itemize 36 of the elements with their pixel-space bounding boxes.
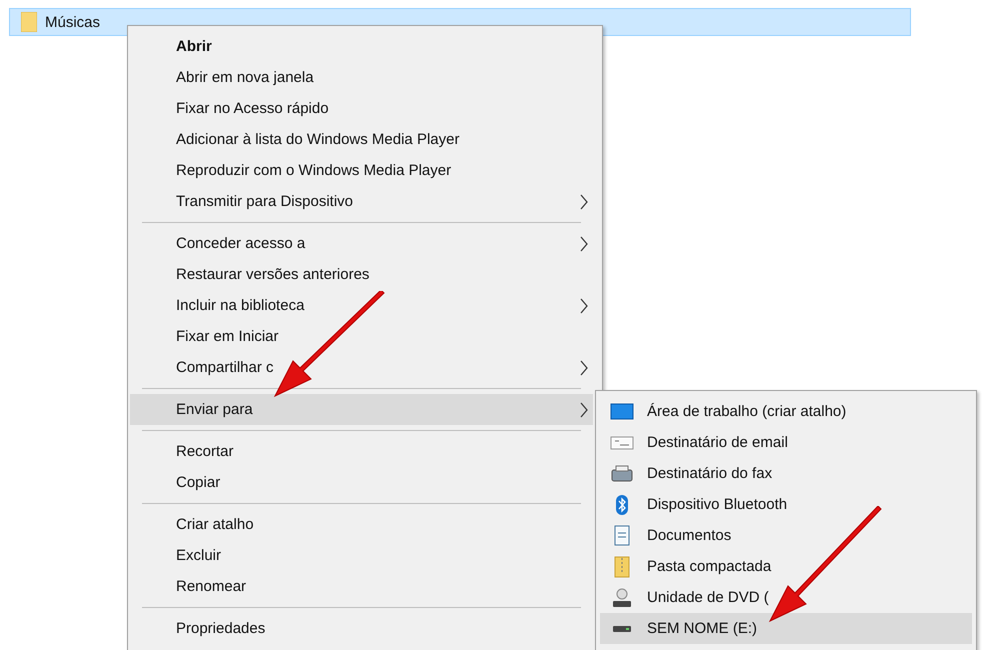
menu-item[interactable]: SEM NOME (E:): [600, 613, 972, 644]
menu-item[interactable]: Área de trabalho (criar atalho): [600, 396, 972, 427]
fax-icon: [610, 462, 634, 484]
menu-item[interactable]: Enviar para: [130, 394, 593, 425]
chevron-right-icon: [580, 194, 588, 210]
chevron-right-icon: [580, 236, 588, 252]
folder-name: Músicas: [45, 14, 100, 30]
menu-item[interactable]: Propriedades: [130, 613, 593, 644]
menu-item[interactable]: Excluir: [130, 540, 593, 571]
menu-item[interactable]: Fixar no Acesso rápido: [130, 93, 593, 124]
menu-item[interactable]: Destinatário do fax: [600, 458, 972, 489]
desktop-icon: [610, 400, 634, 422]
menu-item[interactable]: Restaurar versões anteriores: [130, 259, 593, 290]
menu-item[interactable]: Incluir na biblioteca: [130, 290, 593, 321]
menu-item[interactable]: Renomear: [130, 571, 593, 602]
menu-item[interactable]: Fixar em Iniciar: [130, 321, 593, 352]
chevron-right-icon: [580, 298, 588, 314]
folder-icon: [21, 12, 37, 32]
menu-item[interactable]: Pasta compactada: [600, 551, 972, 582]
menu-item[interactable]: Recortar: [130, 436, 593, 467]
menu-item[interactable]: Unidade de DVD (: [600, 582, 972, 613]
dvd-drive-icon: [610, 586, 634, 608]
menu-item[interactable]: Dispositivo Bluetooth: [600, 489, 972, 520]
chevron-right-icon: [580, 402, 588, 418]
menu-item[interactable]: Compartilhar c: [130, 352, 593, 383]
menu-item[interactable]: Destinatário de email: [600, 427, 972, 458]
menu-item[interactable]: Criar atalho: [130, 509, 593, 540]
menu-item[interactable]: Adicionar à lista do Windows Media Player: [130, 124, 593, 155]
menu-item[interactable]: Conceder acesso a: [130, 228, 593, 259]
menu-item[interactable]: Documentos: [600, 520, 972, 551]
menu-item[interactable]: Transmitir para Dispositivo: [130, 186, 593, 217]
menu-item[interactable]: Reproduzir com o Windows Media Player: [130, 155, 593, 186]
menu-item[interactable]: Abrir em nova janela: [130, 62, 593, 93]
menu-item[interactable]: Copiar: [130, 467, 593, 498]
chevron-right-icon: [580, 360, 588, 376]
drive-icon: [610, 624, 634, 632]
